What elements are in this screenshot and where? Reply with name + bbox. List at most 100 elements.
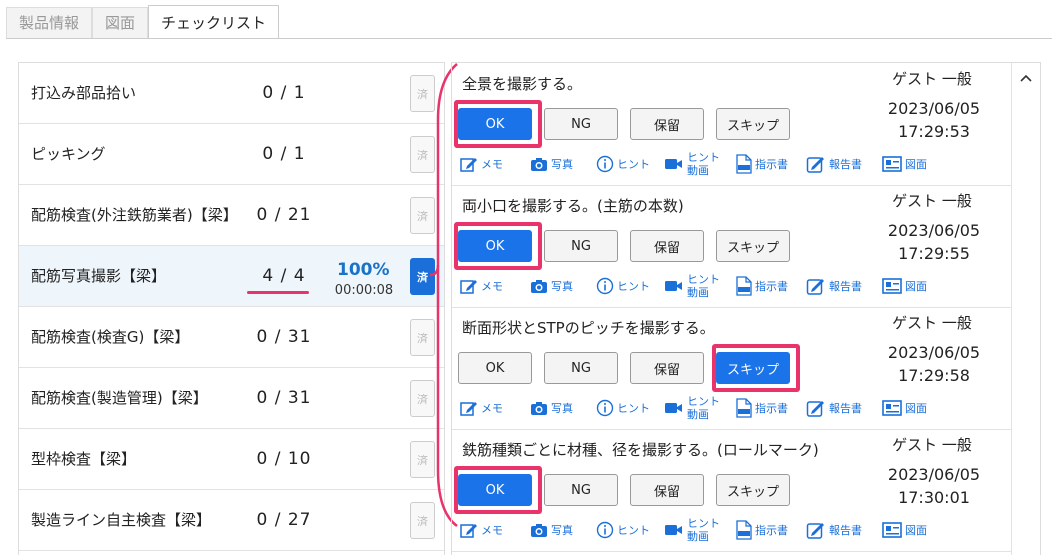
checklist-count: 0 / 31 bbox=[256, 388, 312, 408]
memo-icon bbox=[460, 402, 477, 416]
checklist-name: 型枠検査【梁】 bbox=[31, 449, 137, 468]
drawing-link[interactable]: 図面 bbox=[882, 151, 927, 177]
tool-bar: メモ 写真 ヒント ヒント 動画 指示書 報告書 図面 bbox=[458, 395, 958, 421]
hint-video-link[interactable]: ヒント 動画 bbox=[664, 151, 720, 177]
camera-icon bbox=[531, 158, 547, 171]
selection-highlight bbox=[454, 100, 542, 148]
camera-icon bbox=[531, 280, 547, 293]
hint-link[interactable]: ヒント bbox=[596, 395, 650, 421]
memo-icon bbox=[460, 280, 477, 294]
info-icon bbox=[596, 155, 614, 173]
checklist-count: 0 / 31 bbox=[256, 327, 312, 347]
skip-button[interactable]: スキップ bbox=[716, 230, 790, 262]
checklist-row[interactable]: 配筋検査(製造管理)【梁】 0 / 31 済 bbox=[19, 368, 444, 429]
checklist-row-selected[interactable]: 配筋写真撮影【梁】 4 / 4 100% 00:00:08 済 bbox=[19, 246, 444, 307]
hold-button[interactable]: 保留 bbox=[630, 474, 704, 506]
video-icon bbox=[665, 525, 682, 535]
instruction-link[interactable]: 指示書 bbox=[736, 395, 788, 421]
checklist-name: 打込み部品拾い bbox=[31, 83, 137, 102]
tab-drawing[interactable]: 図面 bbox=[92, 7, 149, 38]
hold-button[interactable]: 保留 bbox=[630, 108, 704, 140]
hint-video-link[interactable]: ヒント 動画 bbox=[664, 517, 720, 543]
instruction-link[interactable]: 指示書 bbox=[736, 517, 788, 543]
hint-link[interactable]: ヒント bbox=[596, 517, 650, 543]
info-icon bbox=[596, 399, 614, 417]
checklist-row[interactable]: 打込み部品拾い 0 / 1 済 bbox=[19, 63, 444, 124]
drawing-icon bbox=[882, 400, 902, 416]
question-item: 両小口を撮影する。(主筋の本数) ゲスト 一般 2023/06/05 17:29:… bbox=[452, 185, 1012, 308]
checklist-count: 0 / 21 bbox=[256, 205, 312, 225]
checklist-count: 0 / 1 bbox=[262, 83, 306, 103]
checklist-count: 4 / 4 bbox=[262, 266, 306, 286]
memo-link[interactable]: メモ bbox=[460, 151, 503, 177]
pdf-icon bbox=[736, 154, 752, 174]
drawing-link[interactable]: 図面 bbox=[882, 395, 927, 421]
checklist-name: 配筋写真撮影【梁】 bbox=[31, 266, 167, 285]
report-icon bbox=[806, 157, 824, 173]
hint-link[interactable]: ヒント bbox=[596, 151, 650, 177]
drawing-link[interactable]: 図面 bbox=[882, 517, 927, 543]
photo-link[interactable]: 写真 bbox=[530, 395, 573, 421]
checklist-row[interactable]: ピッキング 0 / 1 済 bbox=[19, 124, 444, 185]
info-icon bbox=[596, 521, 614, 539]
instruction-link[interactable]: 指示書 bbox=[736, 273, 788, 299]
checklist-row[interactable]: 配筋検査(検査G)【梁】 0 / 31 済 bbox=[19, 307, 444, 368]
memo-link[interactable]: メモ bbox=[460, 395, 503, 421]
ng-button[interactable]: NG bbox=[544, 108, 618, 140]
question-text: 鉄筋種類ごとに材種、径を撮影する。(ロールマーク) bbox=[462, 441, 819, 459]
scroll-up-button[interactable] bbox=[1012, 63, 1040, 93]
question-text: 両小口を撮影する。(主筋の本数) bbox=[462, 197, 684, 215]
chevron-up-icon bbox=[1020, 74, 1032, 82]
answer-timestamp: 2023/06/05 17:29:53 bbox=[887, 99, 981, 141]
question-panel: 全景を撮影する。 ゲスト 一般 2023/06/05 17:29:53 OK NG… bbox=[451, 62, 1041, 555]
elapsed-time: 00:00:08 bbox=[334, 283, 394, 298]
instruction-link[interactable]: 指示書 bbox=[736, 151, 788, 177]
memo-link[interactable]: メモ bbox=[460, 273, 503, 299]
report-link[interactable]: 報告書 bbox=[806, 273, 862, 299]
drawing-icon bbox=[882, 156, 902, 172]
answer-timestamp: 2023/06/05 17:30:01 bbox=[887, 465, 981, 507]
report-link[interactable]: 報告書 bbox=[806, 395, 862, 421]
progress-percent: 100% bbox=[337, 260, 390, 280]
tool-bar: メモ 写真 ヒント ヒント 動画 指示書 報告書 図面 bbox=[458, 517, 958, 543]
drawing-link[interactable]: 図面 bbox=[882, 273, 927, 299]
user-name: ゲスト 一般 bbox=[892, 70, 972, 88]
photo-link[interactable]: 写真 bbox=[530, 517, 573, 543]
checklist-row[interactable]: 配筋検査(外注鉄筋業者)【梁】 0 / 21 済 bbox=[19, 185, 444, 246]
video-icon bbox=[665, 403, 682, 413]
checklist-row[interactable]: 製造ライン自主検査【梁】 0 / 27 済 bbox=[19, 490, 444, 551]
report-link[interactable]: 報告書 bbox=[806, 517, 862, 543]
report-link[interactable]: 報告書 bbox=[806, 151, 862, 177]
photo-link[interactable]: 写真 bbox=[530, 273, 573, 299]
tab-checklist[interactable]: チェックリスト bbox=[148, 5, 280, 39]
tab-product-info[interactable]: 製品情報 bbox=[6, 7, 93, 38]
checklist-count: 0 / 1 bbox=[262, 144, 306, 164]
ng-button[interactable]: NG bbox=[544, 474, 618, 506]
ok-button[interactable]: OK bbox=[458, 352, 532, 384]
ng-button[interactable]: NG bbox=[544, 230, 618, 262]
hold-button[interactable]: 保留 bbox=[630, 230, 704, 262]
answer-timestamp: 2023/06/05 17:29:55 bbox=[887, 221, 981, 263]
scrollbar[interactable] bbox=[1011, 63, 1040, 555]
ng-button[interactable]: NG bbox=[544, 352, 618, 384]
hint-video-link[interactable]: ヒント 動画 bbox=[664, 395, 720, 421]
selection-highlight bbox=[454, 222, 542, 270]
user-name: ゲスト 一般 bbox=[892, 436, 972, 454]
hint-link[interactable]: ヒント bbox=[596, 273, 650, 299]
user-name: ゲスト 一般 bbox=[892, 314, 972, 332]
checklist-name: ピッキング bbox=[31, 144, 106, 163]
checklist-name: 製造ライン自主検査【梁】 bbox=[31, 510, 212, 529]
hint-video-link[interactable]: ヒント 動画 bbox=[664, 273, 720, 299]
camera-icon bbox=[531, 402, 547, 415]
drawing-icon bbox=[882, 278, 902, 294]
question-text: 全景を撮影する。 bbox=[462, 75, 583, 93]
photo-link[interactable]: 写真 bbox=[530, 151, 573, 177]
memo-icon bbox=[460, 158, 477, 172]
memo-link[interactable]: メモ bbox=[460, 517, 503, 543]
hold-button[interactable]: 保留 bbox=[630, 352, 704, 384]
skip-button[interactable]: スキップ bbox=[716, 474, 790, 506]
skip-button[interactable]: スキップ bbox=[716, 108, 790, 140]
selection-highlight bbox=[454, 466, 542, 514]
checklist-row[interactable]: 型枠検査【梁】 0 / 10 済 bbox=[19, 429, 444, 490]
pdf-icon bbox=[736, 520, 752, 540]
